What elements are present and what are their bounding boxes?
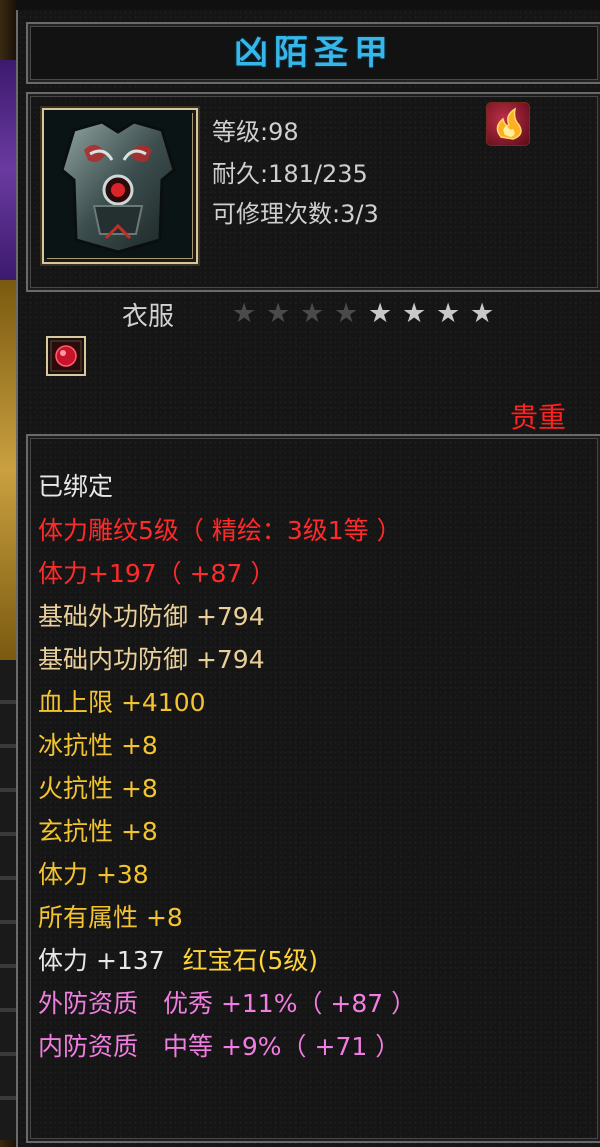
gem-stat-value: 体力 +137 [38, 946, 165, 975]
all-attributes: 所有属性 +8 [38, 903, 183, 932]
base-internal-defense: 基础内功防御 +794 [38, 645, 265, 674]
item-type-label: 衣服 [122, 302, 175, 332]
item-repair-count: 可修理次数:3/3 [212, 200, 379, 228]
side-slot-strip [0, 660, 16, 1140]
stamina-enhanced-attribute: 体力+197（ +87 ） [38, 559, 276, 588]
gem-slot[interactable] [46, 336, 86, 376]
star-icon: ★ [232, 298, 257, 329]
armor-icon [44, 110, 192, 258]
left-side-frame [0, 0, 16, 1147]
item-level: 等级:98 [212, 118, 299, 146]
star-icon: ★ [402, 298, 427, 329]
item-icon-frame[interactable] [42, 108, 198, 264]
star-icon: ★ [266, 298, 291, 329]
internal-defense-quality: 内防资质 中等 +9%（ +71 ） [38, 1032, 401, 1061]
engrave-attribute: 体力雕纹5级（ 精绘：3级1等 ） [38, 516, 402, 545]
attributes-box: 已绑定 体力雕纹5级（ 精绘：3级1等 ） 体力+197（ +87 ） 基础外功… [26, 434, 600, 1143]
item-tooltip-panel: 凶陌圣甲 等级:98 耐久:181/235 可修理次数:3/3 衣服 ★ ★ ★… [16, 10, 600, 1147]
star-icon: ★ [334, 298, 359, 329]
rarity-label: 贵重 [510, 401, 567, 434]
ice-resist-attribute: 冰抗性 +8 [38, 731, 158, 760]
mystic-resist-attribute: 玄抗性 +8 [38, 817, 158, 846]
base-external-defense: 基础外功防御 +794 [38, 602, 265, 631]
item-durability: 耐久:181/235 [212, 160, 368, 188]
gem-bonus-line: 体力 +137 红宝石(5级) [38, 946, 318, 976]
star-icon: ★ [368, 298, 393, 329]
ruby-gem-icon [46, 336, 86, 376]
external-defense-quality: 外防资质 优秀 +11%（ +87 ） [38, 989, 417, 1018]
gold-deco-strip [0, 280, 16, 660]
hp-max-attribute: 血上限 +4100 [38, 688, 206, 717]
fire-resist-attribute: 火抗性 +8 [38, 774, 158, 803]
item-name-title: 凶陌圣甲 [26, 22, 600, 84]
gem-name: 红宝石(5级) [182, 946, 318, 975]
fire-element-icon[interactable] [486, 102, 530, 146]
star-icon: ★ [470, 298, 495, 329]
purple-deco-strip [0, 60, 16, 280]
bound-status: 已绑定 [38, 472, 114, 501]
stamina-attribute: 体力 +38 [38, 860, 149, 889]
star-icon: ★ [436, 298, 461, 329]
item-info-box: 等级:98 耐久:181/235 可修理次数:3/3 [26, 92, 600, 292]
star-icon: ★ [300, 298, 325, 329]
flame-glyph-icon [496, 107, 522, 140]
